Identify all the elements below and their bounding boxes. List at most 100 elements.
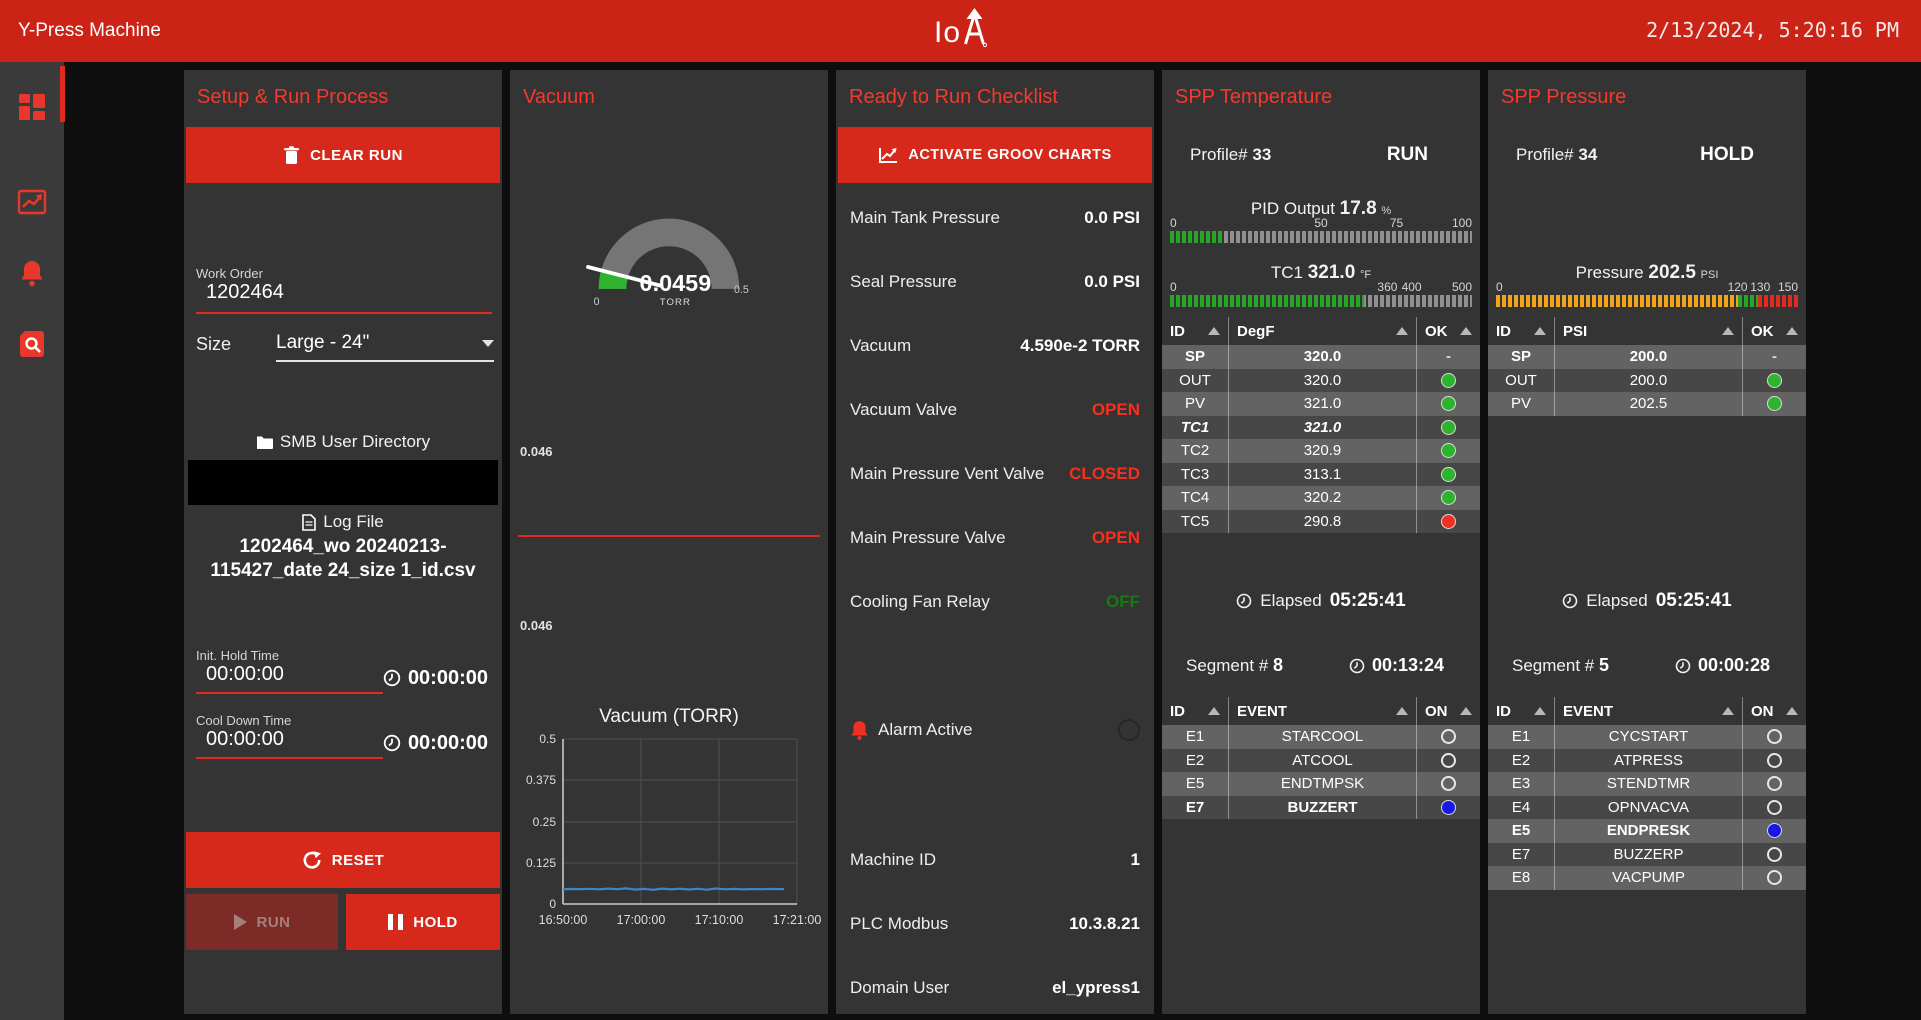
sidebar-active-indicator <box>60 66 65 122</box>
column-header-event[interactable]: EVENT <box>1228 697 1416 725</box>
init-hold-field[interactable]: Init. Hold Time 00:00:00 <box>196 648 383 694</box>
column-header-id[interactable]: ID <box>1488 697 1554 725</box>
work-order-field[interactable]: Work Order 1202464 <box>196 266 492 314</box>
pressure-segment-row: Segment # 5 00:00:28 <box>1512 655 1770 676</box>
alarm-bell-icon[interactable] <box>17 258 47 288</box>
column-header-ok[interactable]: OK <box>1416 317 1480 345</box>
column-header-on[interactable]: ON <box>1416 697 1480 725</box>
event-id: E7 <box>1162 796 1228 820</box>
checklist-item-value: 0.0 PSI <box>1084 272 1140 292</box>
cool-down-field[interactable]: Cool Down Time 00:00:00 <box>196 713 383 759</box>
events-table-header: ID EVENT ON <box>1488 697 1806 725</box>
column-header-value[interactable]: DegF <box>1228 317 1416 345</box>
checklist-item: Vacuum 4.590e-2 TORR <box>836 314 1154 378</box>
table-row: SP 200.0 <box>1488 345 1806 369</box>
pressure-table: ID PSI OK SP 200.0 OUT 200.0 <box>1488 317 1806 416</box>
event-on-lamp <box>1767 776 1782 791</box>
info-item-value: el_ypress1 <box>1052 978 1140 998</box>
dashboard-grid-icon[interactable] <box>17 92 47 122</box>
size-dropdown[interactable]: Large - 24" <box>276 332 494 362</box>
svg-text:17:00:00: 17:00:00 <box>617 913 666 927</box>
play-icon <box>234 914 247 930</box>
event-row: E1 STARCOOL <box>1162 725 1480 749</box>
sort-icon[interactable] <box>1786 707 1798 715</box>
sort-icon[interactable] <box>1460 707 1472 715</box>
event-id: E8 <box>1488 866 1554 890</box>
info-item: Machine ID 1 <box>836 828 1154 892</box>
event-id: E7 <box>1488 843 1554 867</box>
init-hold-input[interactable]: 00:00:00 <box>196 663 383 694</box>
status-dot <box>1441 396 1456 411</box>
checklist-item: Seal Pressure 0.0 PSI <box>836 250 1154 314</box>
event-name: STENDTMR <box>1554 772 1742 796</box>
sort-icon[interactable] <box>1786 327 1798 335</box>
sort-icon[interactable] <box>1722 707 1734 715</box>
vacuum-trend-chart[interactable]: 0.5 0.375 0.25 0.125 0 16:50:00 17:00:00… <box>514 734 824 949</box>
trend-chart-icon[interactable] <box>17 187 47 217</box>
pressure-panel: SPP Pressure Profile# 34 HOLD Pressure 2… <box>1488 70 1806 1014</box>
vacuum-gauge: 0.0459 TORR 0 0.5 <box>539 178 799 308</box>
event-name: ENDPRESK <box>1554 819 1742 843</box>
sort-icon[interactable] <box>1396 327 1408 335</box>
table-row: TC1 321.0 <box>1162 416 1480 440</box>
pressure-elapsed-row: Elapsed 05:25:41 <box>1488 590 1806 612</box>
log-search-icon[interactable] <box>17 329 47 359</box>
sort-icon[interactable] <box>1208 707 1220 715</box>
row-value: 290.8 <box>1228 510 1416 534</box>
svg-text:17:10:00: 17:10:00 <box>695 913 744 927</box>
column-header-on[interactable]: ON <box>1742 697 1806 725</box>
column-header-event[interactable]: EVENT <box>1554 697 1742 725</box>
cool-down-row: Cool Down Time 00:00:00 00:00:00 <box>196 713 488 759</box>
run-button[interactable]: RUN <box>186 894 338 950</box>
vacuum-series-line <box>563 888 784 889</box>
column-header-id[interactable]: ID <box>1488 317 1554 345</box>
column-header-ok[interactable]: OK <box>1742 317 1806 345</box>
event-row: E4 OPNVACVA <box>1488 796 1806 820</box>
work-order-input[interactable]: 1202464 <box>196 281 492 314</box>
profile-value: 33 <box>1252 145 1271 164</box>
column-header-id[interactable]: ID <box>1162 317 1228 345</box>
checklist-items: Main Tank Pressure 0.0 PSI Seal Pressure… <box>836 186 1154 634</box>
sort-icon[interactable] <box>1722 327 1734 335</box>
smb-directory-box[interactable] <box>188 460 498 505</box>
pressure-gauge-bar <box>1496 295 1798 307</box>
activate-groov-charts-button[interactable]: ACTIVATE GROOV CHARTS <box>838 127 1152 183</box>
hold-button[interactable]: HOLD <box>346 894 500 950</box>
checklist-item-value: OFF <box>1106 592 1140 612</box>
pid-gauge-ticks: 0 50 75 100 <box>1170 216 1472 230</box>
row-value: 321.0 <box>1228 416 1416 440</box>
event-id: E5 <box>1488 819 1554 843</box>
sort-icon[interactable] <box>1396 707 1408 715</box>
row-id: SP <box>1162 345 1228 369</box>
clock-icon <box>383 669 401 687</box>
event-on-lamp <box>1767 753 1782 768</box>
event-on-lamp <box>1767 847 1782 862</box>
column-header-value[interactable]: PSI <box>1554 317 1742 345</box>
sort-icon[interactable] <box>1460 327 1472 335</box>
logo-arrow-icon <box>961 8 987 48</box>
sort-icon[interactable] <box>1534 707 1546 715</box>
column-header-id[interactable]: ID <box>1162 697 1228 725</box>
clock-icon <box>1562 593 1578 609</box>
temperature-elapsed-row: Elapsed 05:25:41 <box>1162 590 1480 612</box>
row-id: TC2 <box>1162 439 1228 463</box>
reset-button[interactable]: RESET <box>186 832 500 888</box>
checklist-item-value: OPEN <box>1092 400 1140 420</box>
checklist-item-value: OPEN <box>1092 528 1140 548</box>
checklist-item-label: Vacuum Valve <box>850 400 957 420</box>
tc1-gauge-ticks: 0 360 400 500 <box>1170 280 1472 294</box>
clock-icon <box>1236 593 1252 609</box>
gauge-min: 0 <box>594 296 600 308</box>
event-row: E3 STENDTMR <box>1488 772 1806 796</box>
clock-icon <box>1349 658 1365 674</box>
table-row: OUT 200.0 <box>1488 369 1806 393</box>
clear-run-button[interactable]: CLEAR RUN <box>186 127 500 183</box>
smb-directory-label: SMB User Directory <box>280 432 430 452</box>
checklist-item-label: Main Tank Pressure <box>850 208 1000 228</box>
sort-icon[interactable] <box>1534 327 1546 335</box>
sort-icon[interactable] <box>1208 327 1220 335</box>
pressure-mode-badge: HOLD <box>1700 144 1754 166</box>
cool-down-input[interactable]: 00:00:00 <box>196 728 383 759</box>
event-on-lamp <box>1767 823 1782 838</box>
event-name: BUZZERT <box>1228 796 1416 820</box>
